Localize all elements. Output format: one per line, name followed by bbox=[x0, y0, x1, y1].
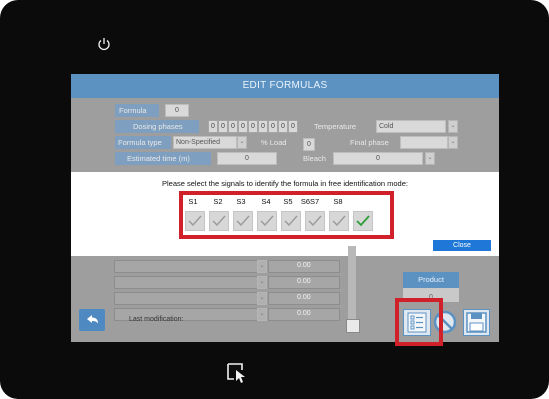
table-value: 0.00 bbox=[297, 278, 311, 285]
dosing-phase-cell[interactable]: 0 bbox=[278, 120, 288, 133]
chevron-down-icon[interactable]: ⌄ bbox=[257, 260, 267, 273]
dosing-phase-cell[interactable]: 0 bbox=[258, 120, 268, 133]
table-cell[interactable] bbox=[114, 260, 258, 273]
temperature-label: Temperature bbox=[314, 122, 357, 131]
table-cell[interactable] bbox=[114, 276, 258, 289]
chevron-down-icon[interactable]: ⌄ bbox=[448, 136, 458, 149]
dosing-phase-cell[interactable]: 0 bbox=[218, 120, 228, 133]
chevron-down-icon[interactable]: ⌄ bbox=[425, 152, 435, 165]
table-value: 0.00 bbox=[297, 310, 311, 317]
load-label: % Load bbox=[261, 138, 287, 147]
table-value: 0.00 bbox=[297, 262, 311, 269]
chevron-down-icon[interactable]: ⌄ bbox=[237, 136, 247, 149]
chevron-down-icon[interactable]: ⌄ bbox=[257, 276, 267, 289]
save-button[interactable] bbox=[463, 309, 490, 336]
formula-label: Formula bbox=[119, 106, 147, 115]
page-title: EDIT FORMULAS bbox=[71, 74, 499, 98]
highlight-box bbox=[179, 191, 394, 239]
dosing-phase-cell[interactable]: 0 bbox=[268, 120, 278, 133]
final-phase-select[interactable] bbox=[400, 136, 448, 149]
bleach-label: Bleach bbox=[303, 154, 326, 163]
dosing-phase-cell[interactable]: 0 bbox=[228, 120, 238, 133]
temperature-select[interactable]: Cold bbox=[376, 120, 446, 133]
touch-icon bbox=[225, 361, 251, 385]
formula-field[interactable]: 0 bbox=[165, 104, 189, 117]
back-arrow-icon bbox=[87, 315, 98, 324]
dosing-phase-cell[interactable]: 0 bbox=[288, 120, 298, 133]
device-frame: EDIT FORMULAS Formula 0 Dosing phases 00… bbox=[0, 0, 549, 399]
load-field[interactable]: 0 bbox=[303, 138, 315, 151]
dosing-phase-cell[interactable]: 0 bbox=[208, 120, 218, 133]
scrollbar-thumb[interactable] bbox=[346, 319, 360, 333]
dialog-prompt: Please select the signals to identify th… bbox=[162, 179, 408, 188]
table-cell[interactable] bbox=[114, 292, 258, 305]
dosing-phase-cell[interactable]: 0 bbox=[248, 120, 258, 133]
close-button[interactable]: Close bbox=[433, 240, 491, 251]
bleach-select[interactable]: 0 bbox=[333, 152, 423, 165]
scrollbar-track[interactable] bbox=[348, 246, 356, 324]
table-value: 0.00 bbox=[297, 294, 311, 301]
highlight-box bbox=[395, 298, 443, 346]
chevron-down-icon[interactable]: ⌄ bbox=[257, 308, 267, 321]
signal-selection-dialog: Please select the signals to identify th… bbox=[71, 172, 499, 256]
estimated-time-label: Estimated time (m) bbox=[127, 154, 190, 163]
chevron-down-icon[interactable]: ⌄ bbox=[257, 292, 267, 305]
chevron-down-icon[interactable]: ⌄ bbox=[448, 120, 458, 133]
estimated-time-field[interactable]: 0 bbox=[217, 152, 277, 165]
dosing-phase-cell[interactable]: 0 bbox=[238, 120, 248, 133]
power-icon[interactable] bbox=[96, 36, 112, 52]
dosing-phases-label: Dosing phases bbox=[133, 122, 183, 131]
final-phase-label: Final phase bbox=[350, 138, 389, 147]
save-icon bbox=[466, 312, 487, 333]
last-modification-label: Last modification: bbox=[129, 316, 184, 323]
formula-type-label: Formula type bbox=[118, 138, 162, 147]
formula-type-select[interactable]: Non-Specified bbox=[173, 136, 237, 149]
back-button[interactable] bbox=[79, 309, 105, 331]
product-label: Product bbox=[403, 272, 459, 288]
